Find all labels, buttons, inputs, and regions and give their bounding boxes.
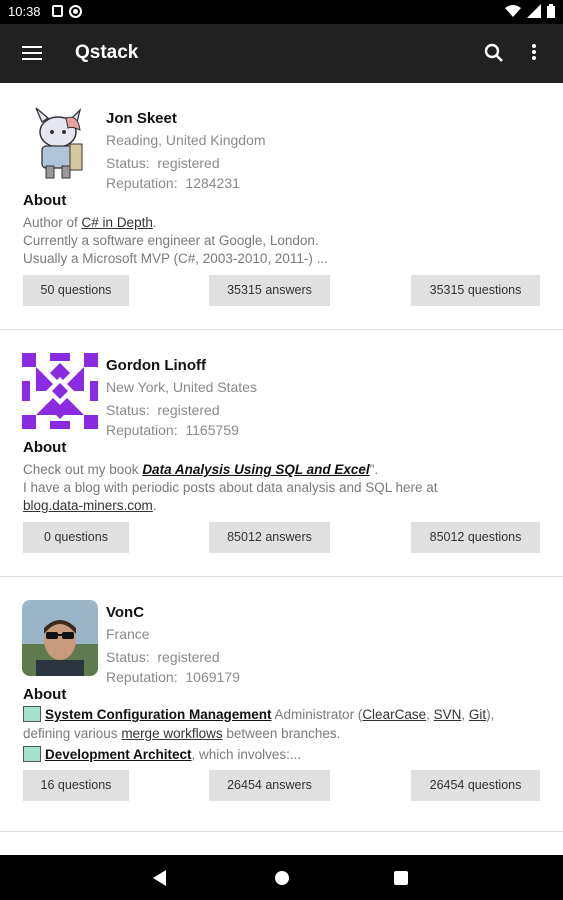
sync-icon — [69, 5, 82, 18]
user-name: Gordon Linoff — [106, 357, 206, 374]
recents-icon[interactable] — [394, 871, 408, 885]
user-name: Jon Skeet — [106, 110, 177, 127]
user-bio: Author of C# in Depth. Currently a softw… — [23, 215, 328, 266]
user-location: New York, United States — [106, 379, 257, 395]
user-avatar — [22, 106, 98, 182]
user-status: Status: registered — [106, 402, 220, 418]
bio-link[interactable]: Git — [469, 707, 486, 722]
user-avatar — [22, 600, 98, 676]
signal-icon — [527, 4, 541, 18]
user-bio: Check out my book Data Analysis Using SQ… — [23, 462, 438, 513]
user-location: Reading, United Kingdom — [106, 132, 266, 148]
user-status: Status: registered — [106, 155, 220, 171]
wiki-icon — [23, 706, 41, 722]
bio-link[interactable]: ClearCase — [362, 707, 426, 722]
questions-button[interactable]: 0 questions — [23, 522, 129, 553]
search-icon[interactable] — [482, 41, 506, 65]
system-nav-bar — [0, 855, 563, 900]
menu-icon[interactable] — [20, 42, 48, 66]
questions-button[interactable]: 16 questions — [23, 770, 129, 801]
about-heading: About — [23, 192, 67, 209]
app-title: Qstack — [75, 42, 139, 63]
questions-button[interactable]: 50 questions — [23, 275, 129, 306]
user-location: France — [106, 626, 150, 642]
app-bar: Qstack — [0, 24, 563, 83]
user-reputation: Reputation: 1284231 — [106, 175, 240, 191]
user-reputation: Reputation: 1165759 — [106, 422, 239, 438]
sd-card-icon — [52, 5, 63, 17]
user-status: Status: registered — [106, 649, 220, 665]
questions-count-button[interactable]: 85012 questions — [411, 522, 540, 553]
bio-link[interactable]: blog.data-miners.com — [23, 498, 153, 513]
answers-button[interactable]: 35315 answers — [209, 275, 330, 306]
bio-link[interactable]: System Configuration Management — [45, 707, 272, 722]
wifi-icon — [505, 5, 521, 17]
bio-link[interactable]: Data Analysis Using SQL and Excel — [142, 462, 369, 477]
answers-button[interactable]: 26454 answers — [209, 770, 330, 801]
bio-link[interactable]: SVN — [434, 707, 462, 722]
status-time: 10:38 — [8, 4, 41, 19]
user-card[interactable]: Gordon Linoff New York, United States St… — [0, 330, 563, 577]
user-card[interactable]: VonC France Status: registered Reputatio… — [0, 577, 563, 832]
user-reputation: Reputation: 1069179 — [106, 669, 240, 685]
about-heading: About — [23, 439, 67, 456]
home-icon[interactable] — [275, 871, 289, 885]
user-card[interactable]: Jon Skeet Reading, United Kingdom Status… — [0, 83, 563, 330]
about-heading: About — [23, 686, 67, 703]
more-options-icon[interactable] — [528, 42, 540, 66]
user-bio: System Configuration Management Administ… — [23, 706, 495, 762]
questions-count-button[interactable]: 26454 questions — [411, 770, 540, 801]
answers-button[interactable]: 85012 answers — [209, 522, 330, 553]
questions-count-button[interactable]: 35315 questions — [411, 275, 540, 306]
status-bar: 10:38 — [0, 0, 563, 24]
back-icon[interactable] — [153, 870, 166, 886]
battery-icon — [547, 4, 555, 18]
user-avatar — [22, 353, 98, 429]
bio-link[interactable]: merge workflows — [121, 726, 222, 741]
bio-link[interactable]: C# in Depth — [82, 215, 153, 230]
user-list: Jon Skeet Reading, United Kingdom Status… — [0, 83, 563, 832]
bio-link[interactable]: Development Architect — [45, 747, 192, 762]
user-name: VonC — [106, 604, 145, 621]
wiki-icon — [23, 746, 41, 762]
